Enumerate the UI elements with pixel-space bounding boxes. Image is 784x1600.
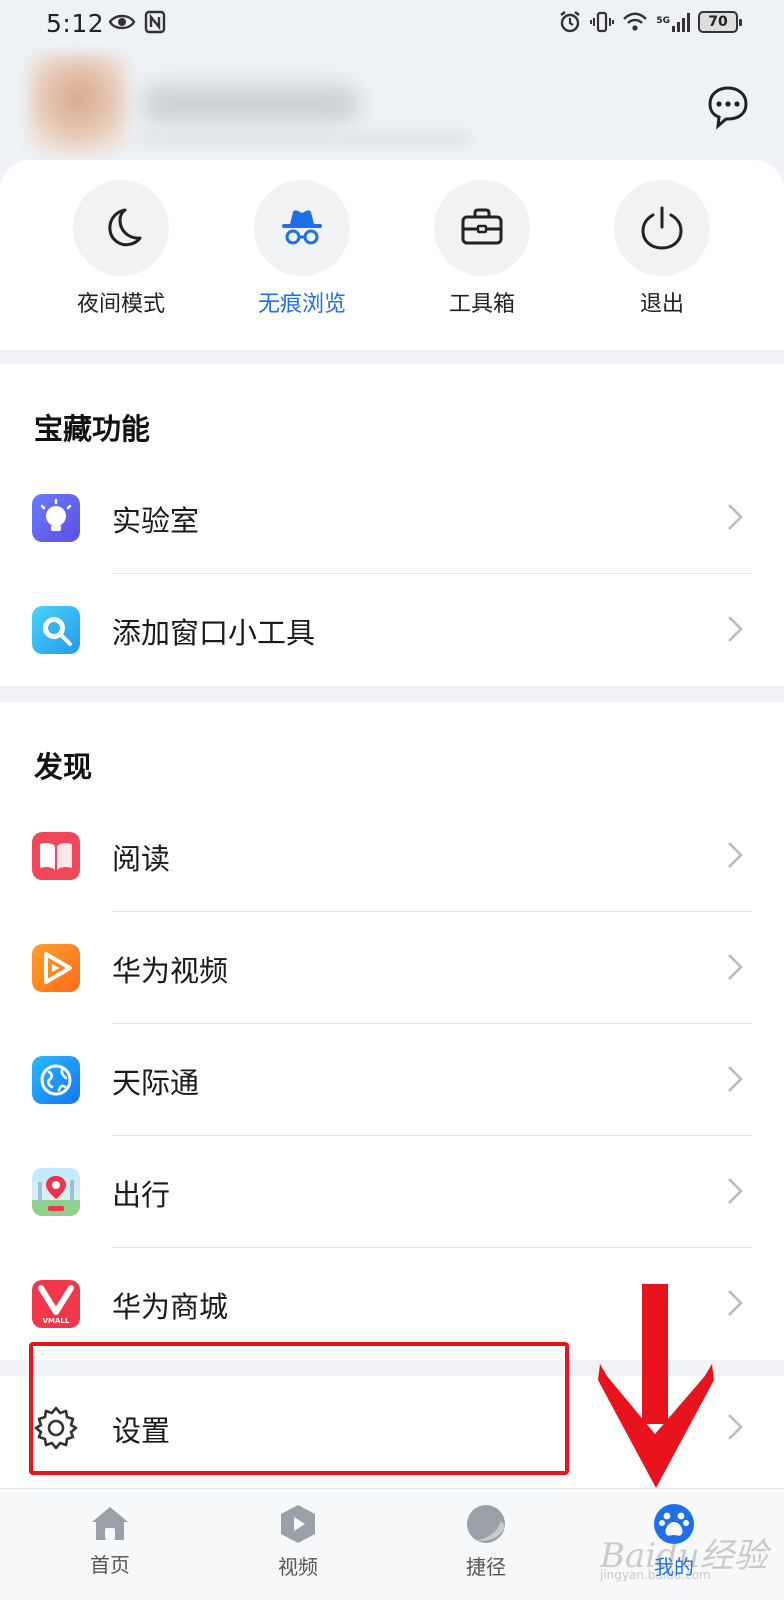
list-item-label: 阅读 (112, 842, 171, 876)
toolbox-button[interactable]: 工具箱 (412, 180, 552, 318)
status-time: 5:12 (46, 9, 105, 38)
moon-icon (108, 208, 142, 247)
night-mode-button[interactable]: 夜间模式 (51, 180, 191, 318)
vibrate-icon (590, 11, 615, 33)
nav-label: 捷径 (466, 1555, 506, 1579)
discover-section: 发现 阅读 华为视频 天际通 出行 VMALL 华为商城 (0, 702, 784, 1360)
profile-subline-blurred (140, 132, 470, 146)
list-item-lab[interactable]: 实验室 (0, 462, 784, 574)
username-blurred[interactable] (140, 84, 360, 124)
tab-home[interactable]: 首页 (50, 1503, 170, 1578)
battery-level: 70 (708, 14, 728, 30)
nav-label: 首页 (90, 1553, 130, 1577)
list-item-label: 天际通 (112, 1066, 200, 1100)
shortcut-icon (467, 1505, 505, 1543)
section-title: 发现 (34, 750, 93, 784)
list-item-label: 实验室 (112, 504, 200, 538)
nav-label: 视频 (278, 1555, 318, 1579)
list-item-label: 华为视频 (112, 954, 229, 988)
wifi-icon (623, 12, 648, 31)
magnifier-icon (32, 606, 80, 654)
nfc-icon (144, 10, 166, 34)
video-icon (281, 1505, 315, 1543)
signal-icon: 5G (656, 12, 690, 32)
list-item-label: 添加窗口小工具 (112, 616, 316, 650)
quick-action-label: 夜间模式 (76, 292, 165, 317)
travel-pin-icon (32, 1168, 80, 1216)
tab-video[interactable]: 视频 (238, 1503, 358, 1580)
logout-button[interactable]: 退出 (592, 180, 732, 318)
video-play-icon (32, 944, 80, 992)
quick-action-label: 工具箱 (448, 292, 515, 317)
list-item-reading[interactable]: 阅读 (0, 800, 784, 912)
toolbox-icon (461, 208, 503, 245)
quick-actions-card: 夜间模式 无痕浏览 工具箱 退出 (0, 160, 784, 350)
watermark: Baidu经验 jingyan.baidu.com (600, 1528, 784, 1588)
power-icon (641, 206, 683, 250)
chevron-right-icon (728, 1290, 743, 1316)
book-icon (32, 832, 80, 880)
chevron-right-icon (728, 842, 743, 868)
battery-icon: 70 (698, 11, 742, 33)
home-icon (92, 1507, 128, 1540)
treasure-section: 宝藏功能 实验室 添加窗口小工具 (0, 364, 784, 686)
list-item-skytone[interactable]: 天际通 (0, 1024, 784, 1136)
list-item-label: 华为商城 (112, 1290, 229, 1324)
eye-icon (108, 14, 136, 30)
vmall-icon-text: VMALL (42, 1317, 70, 1325)
status-bar: 5:12 5G 70 (0, 0, 784, 46)
profile-header (0, 46, 784, 170)
message-icon[interactable] (704, 82, 752, 130)
list-item-huawei-video[interactable]: 华为视频 (0, 912, 784, 1024)
annotation-arrow-down-icon (598, 1284, 714, 1488)
annotation-highlight-box (29, 1342, 569, 1475)
list-item-add-widget[interactable]: 添加窗口小工具 (0, 574, 784, 686)
chevron-right-icon (728, 1414, 743, 1440)
alarm-icon (560, 11, 581, 33)
list-item-travel[interactable]: 出行 (0, 1136, 784, 1248)
network-tag: 5G (656, 15, 670, 26)
avatar[interactable] (28, 54, 128, 154)
watermark-sub: jingyan.baidu.com (600, 1568, 711, 1582)
section-title: 宝藏功能 (34, 412, 151, 446)
chevron-right-icon (728, 1178, 743, 1204)
incognito-button[interactable]: 无痕浏览 (232, 180, 372, 318)
chevron-right-icon (728, 616, 743, 642)
list-item-label: 出行 (112, 1178, 171, 1212)
tab-shortcut[interactable]: 捷径 (426, 1503, 546, 1580)
chevron-right-icon (728, 504, 743, 530)
quick-action-label: 退出 (639, 292, 684, 317)
incognito-icon (282, 210, 322, 245)
chevron-right-icon (728, 954, 743, 980)
vmall-icon: VMALL (32, 1280, 80, 1328)
lightbulb-icon (32, 494, 80, 542)
chevron-right-icon (728, 1066, 743, 1092)
globe-icon (32, 1056, 80, 1104)
quick-action-label: 无痕浏览 (257, 292, 346, 317)
